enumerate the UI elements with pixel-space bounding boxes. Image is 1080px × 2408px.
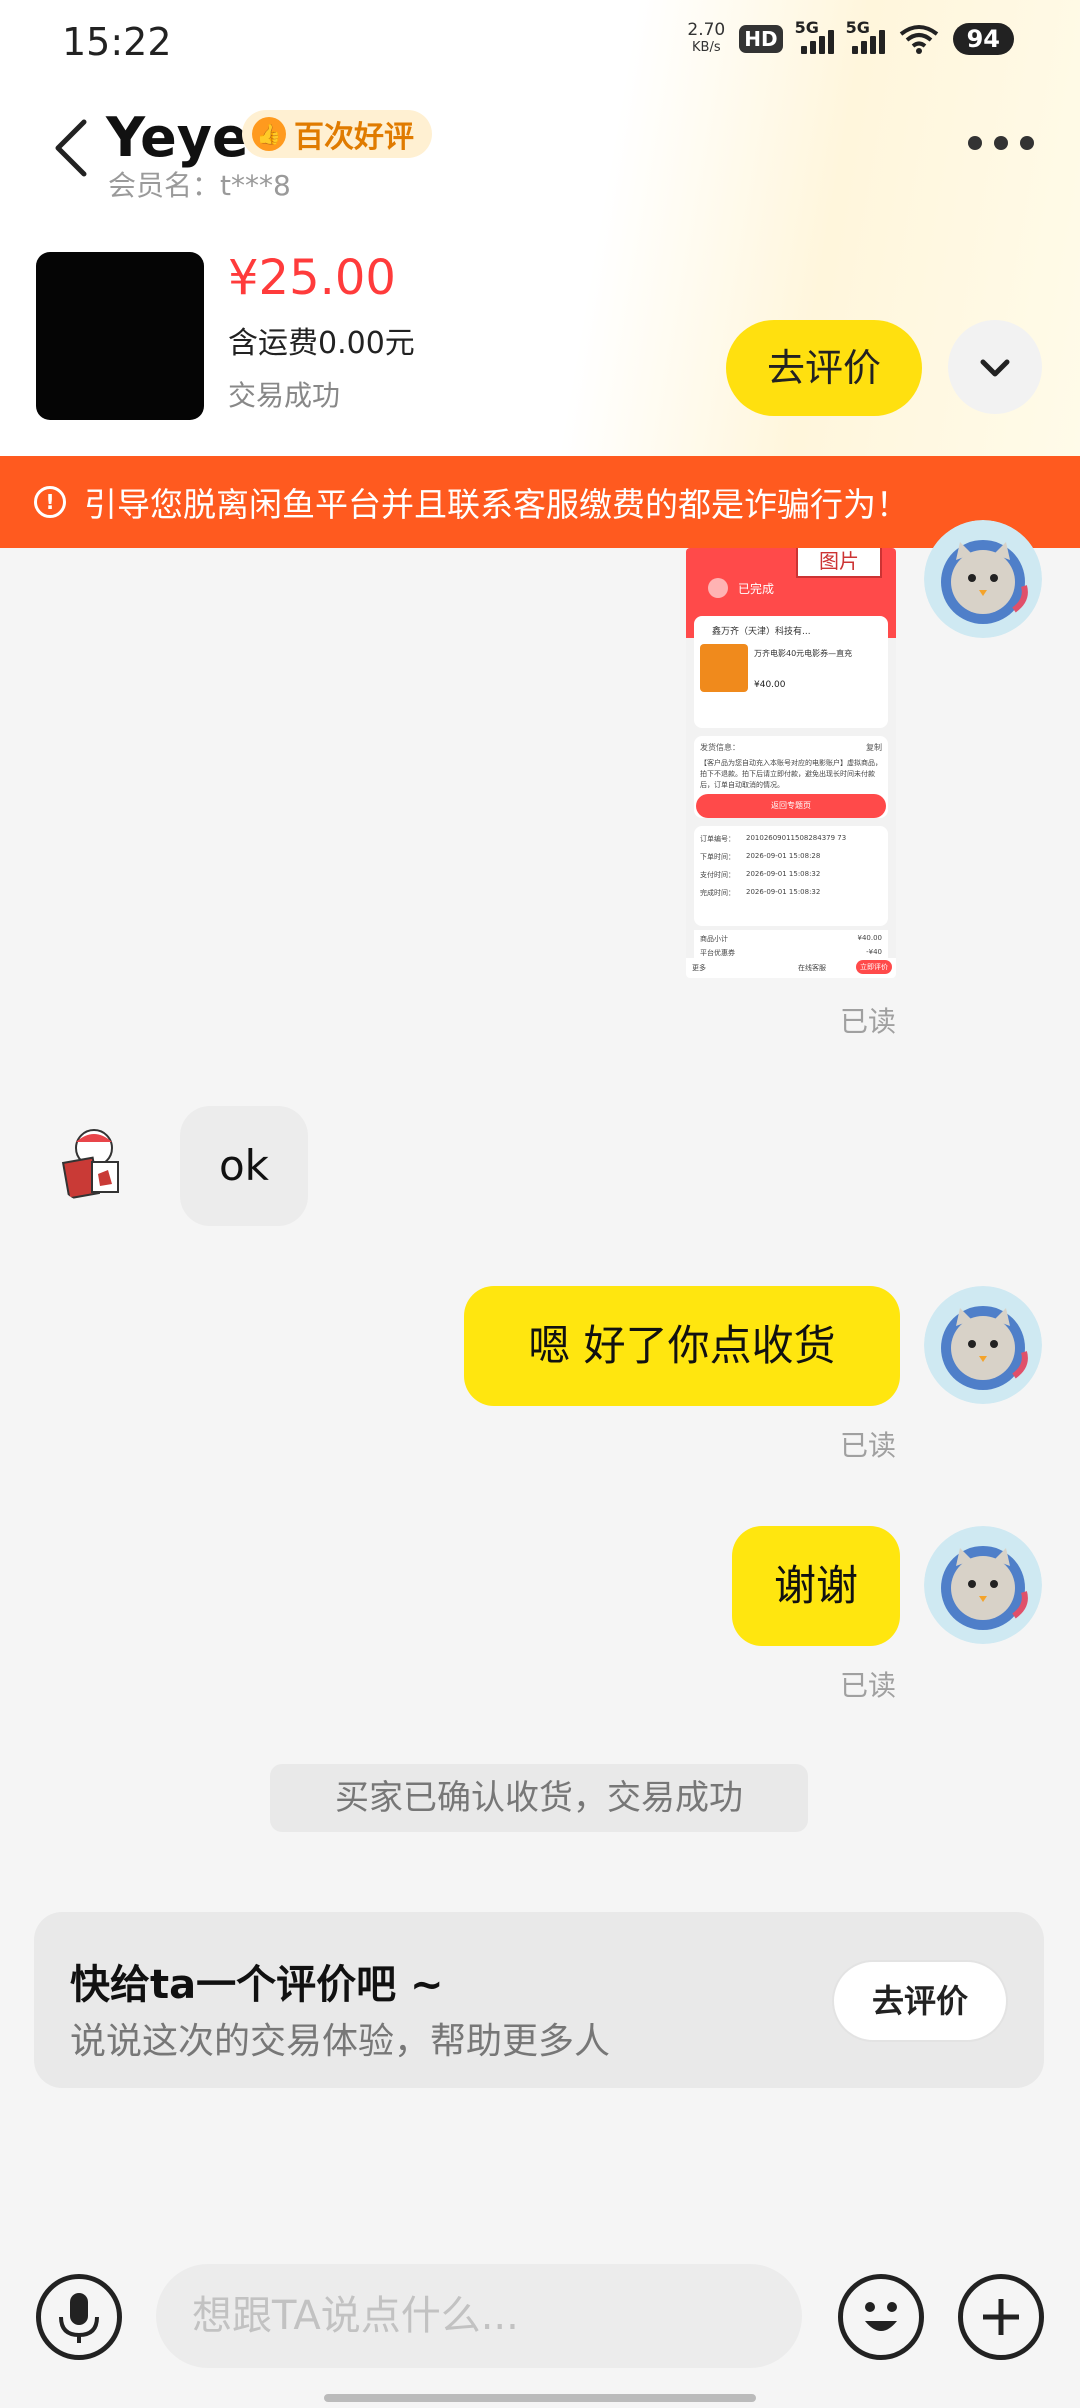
message-bubble-sent[interactable]: 嗯 好了你点收货 (464, 1286, 900, 1406)
shot-bottom-left: 更多 (692, 964, 706, 972)
hd-icon: HD (739, 25, 783, 53)
system-message: 买家已确认收货，交易成功 (270, 1764, 808, 1832)
shot-review-btn: 立即评价 (856, 960, 892, 974)
message-input[interactable]: 想跟TA说点什么... (156, 2264, 802, 2368)
seller-name[interactable]: Yeye (106, 106, 249, 169)
chevron-down-icon[interactable] (948, 320, 1042, 414)
review-prompt-title: 快给ta一个评价吧 ~ (70, 1962, 444, 2008)
shot-item-title: 万齐电影40元电影券—直充 (754, 649, 853, 658)
shot-label: 图片 (796, 548, 882, 578)
mic-icon[interactable] (36, 2274, 122, 2360)
product-image[interactable] (36, 252, 204, 420)
shot-bottom-bar: 更多 在线客服 立即评价 (686, 958, 896, 978)
review-prompt-subtitle: 说说这次的交易体验，帮助更多人 (70, 2021, 611, 2062)
shot-check-icon (708, 578, 728, 598)
member-name: 会员名：t***8 (108, 169, 291, 202)
shot-pay-time: 2026-09-01 15:08:32 (746, 870, 821, 878)
read-receipt: 已读 (840, 1005, 897, 1038)
shot-service-btn: 在线客服 (798, 964, 826, 972)
badge-label: 百次好评 (294, 120, 414, 155)
back-arrow-icon[interactable] (50, 118, 90, 178)
shot-order-no: 20102609011508284379 73 (746, 834, 847, 842)
chat-header: Yeye 👍 百次好评 会员名：t***8 (0, 96, 1080, 206)
home-indicator[interactable] (324, 2394, 756, 2402)
product-price: ¥25.00 (228, 250, 396, 306)
shot-status: 已完成 (738, 582, 775, 596)
warning-text: 引导您脱离闲鱼平台并且联系客服缴费的都是诈骗行为！ (84, 485, 909, 524)
shot-item-price: ¥40.00 (754, 680, 786, 690)
message-bubble-sent[interactable]: 谢谢 (732, 1526, 900, 1646)
shot-subtotal: ¥40.00 (857, 934, 883, 942)
status-bar: 15:22 2.70 KB/s HD 5G 5G 94 (0, 0, 1080, 84)
review-prompt-card: 快给ta一个评价吧 ~ 说说这次的交易体验，帮助更多人 去评价 (34, 1912, 1044, 2088)
shot-done-time: 2026-09-01 15:08:32 (746, 888, 821, 896)
warning-icon: ! (34, 486, 66, 518)
read-receipt: 已读 (840, 1669, 897, 1702)
product-card[interactable]: ¥25.00 含运费0.00元 交易成功 去评价 (0, 240, 1080, 440)
shot-item-thumb (700, 644, 748, 692)
shot-shop: 鑫万齐（天津）科技有... (712, 627, 811, 637)
shot-section-label: 发货信息： (700, 743, 740, 752)
shipping-label: 含运费0.00元 (228, 326, 415, 361)
shot-copy: 复制 (866, 743, 882, 752)
my-avatar[interactable] (924, 1526, 1042, 1644)
thumb-up-icon: 👍 (252, 117, 286, 151)
shot-done-time-label: 完成时间： (700, 889, 735, 897)
net-speed: 2.70 KB/s (687, 22, 725, 56)
shot-times-card: 订单编号： 20102609011508284379 73 下单时间： 2026… (694, 826, 888, 926)
signal-icon-1: 5G (795, 18, 834, 54)
my-avatar[interactable] (924, 520, 1042, 638)
shot-fee: -¥40 (866, 948, 882, 956)
image-message[interactable]: 图片 已完成 鑫万齐（天津）科技有... 万齐电影40元电影券—直充 ¥40.0… (686, 548, 896, 978)
emoji-icon[interactable] (838, 2274, 924, 2360)
sim2-label: 5G (845, 18, 870, 37)
status-time: 15:22 (62, 20, 172, 64)
shot-order-card: 鑫万齐（天津）科技有... 万齐电影40元电影券—直充 ¥40.00 (694, 616, 888, 728)
fraud-warning-banner: ! 引导您脱离闲鱼平台并且联系客服缴费的都是诈骗行为！ (0, 456, 1080, 548)
shot-subtotal-label: 商品小计 (700, 935, 728, 943)
shot-fees: 商品小计 ¥40.00 平台优惠券 -¥40 (694, 930, 888, 960)
shot-pay-time-label: 支付时间： (700, 871, 735, 879)
wifi-icon (899, 25, 938, 54)
message-bubble-received[interactable]: ok (180, 1106, 308, 1226)
status-icons: 2.70 KB/s HD 5G 5G 94 (687, 18, 1014, 56)
review-badge[interactable]: 👍 百次好评 (242, 110, 432, 158)
rate-button[interactable]: 去评价 (726, 320, 922, 416)
trade-status: 交易成功 (228, 379, 341, 412)
shot-order-time-label: 下单时间： (700, 853, 735, 861)
review-button[interactable]: 去评价 (832, 1960, 1008, 2042)
battery-icon: 94 (952, 23, 1014, 55)
net-speed-unit: KB/s (692, 40, 721, 55)
seller-avatar[interactable] (52, 1120, 136, 1204)
more-dots-icon[interactable] (968, 136, 1034, 150)
shot-cta: 返回专题页 (696, 794, 886, 818)
plus-icon[interactable] (958, 2274, 1044, 2360)
my-avatar[interactable] (924, 1286, 1042, 1404)
signal-icon-2: 5G (846, 18, 885, 54)
shot-order-time: 2026-09-01 15:08:28 (746, 852, 821, 860)
read-receipt: 已读 (840, 1429, 897, 1462)
sim1-label: 5G (794, 18, 819, 37)
net-speed-value: 2.70 (687, 20, 726, 40)
shot-order-no-label: 订单编号： (700, 835, 735, 843)
shot-fee-label: 平台优惠券 (700, 949, 735, 957)
